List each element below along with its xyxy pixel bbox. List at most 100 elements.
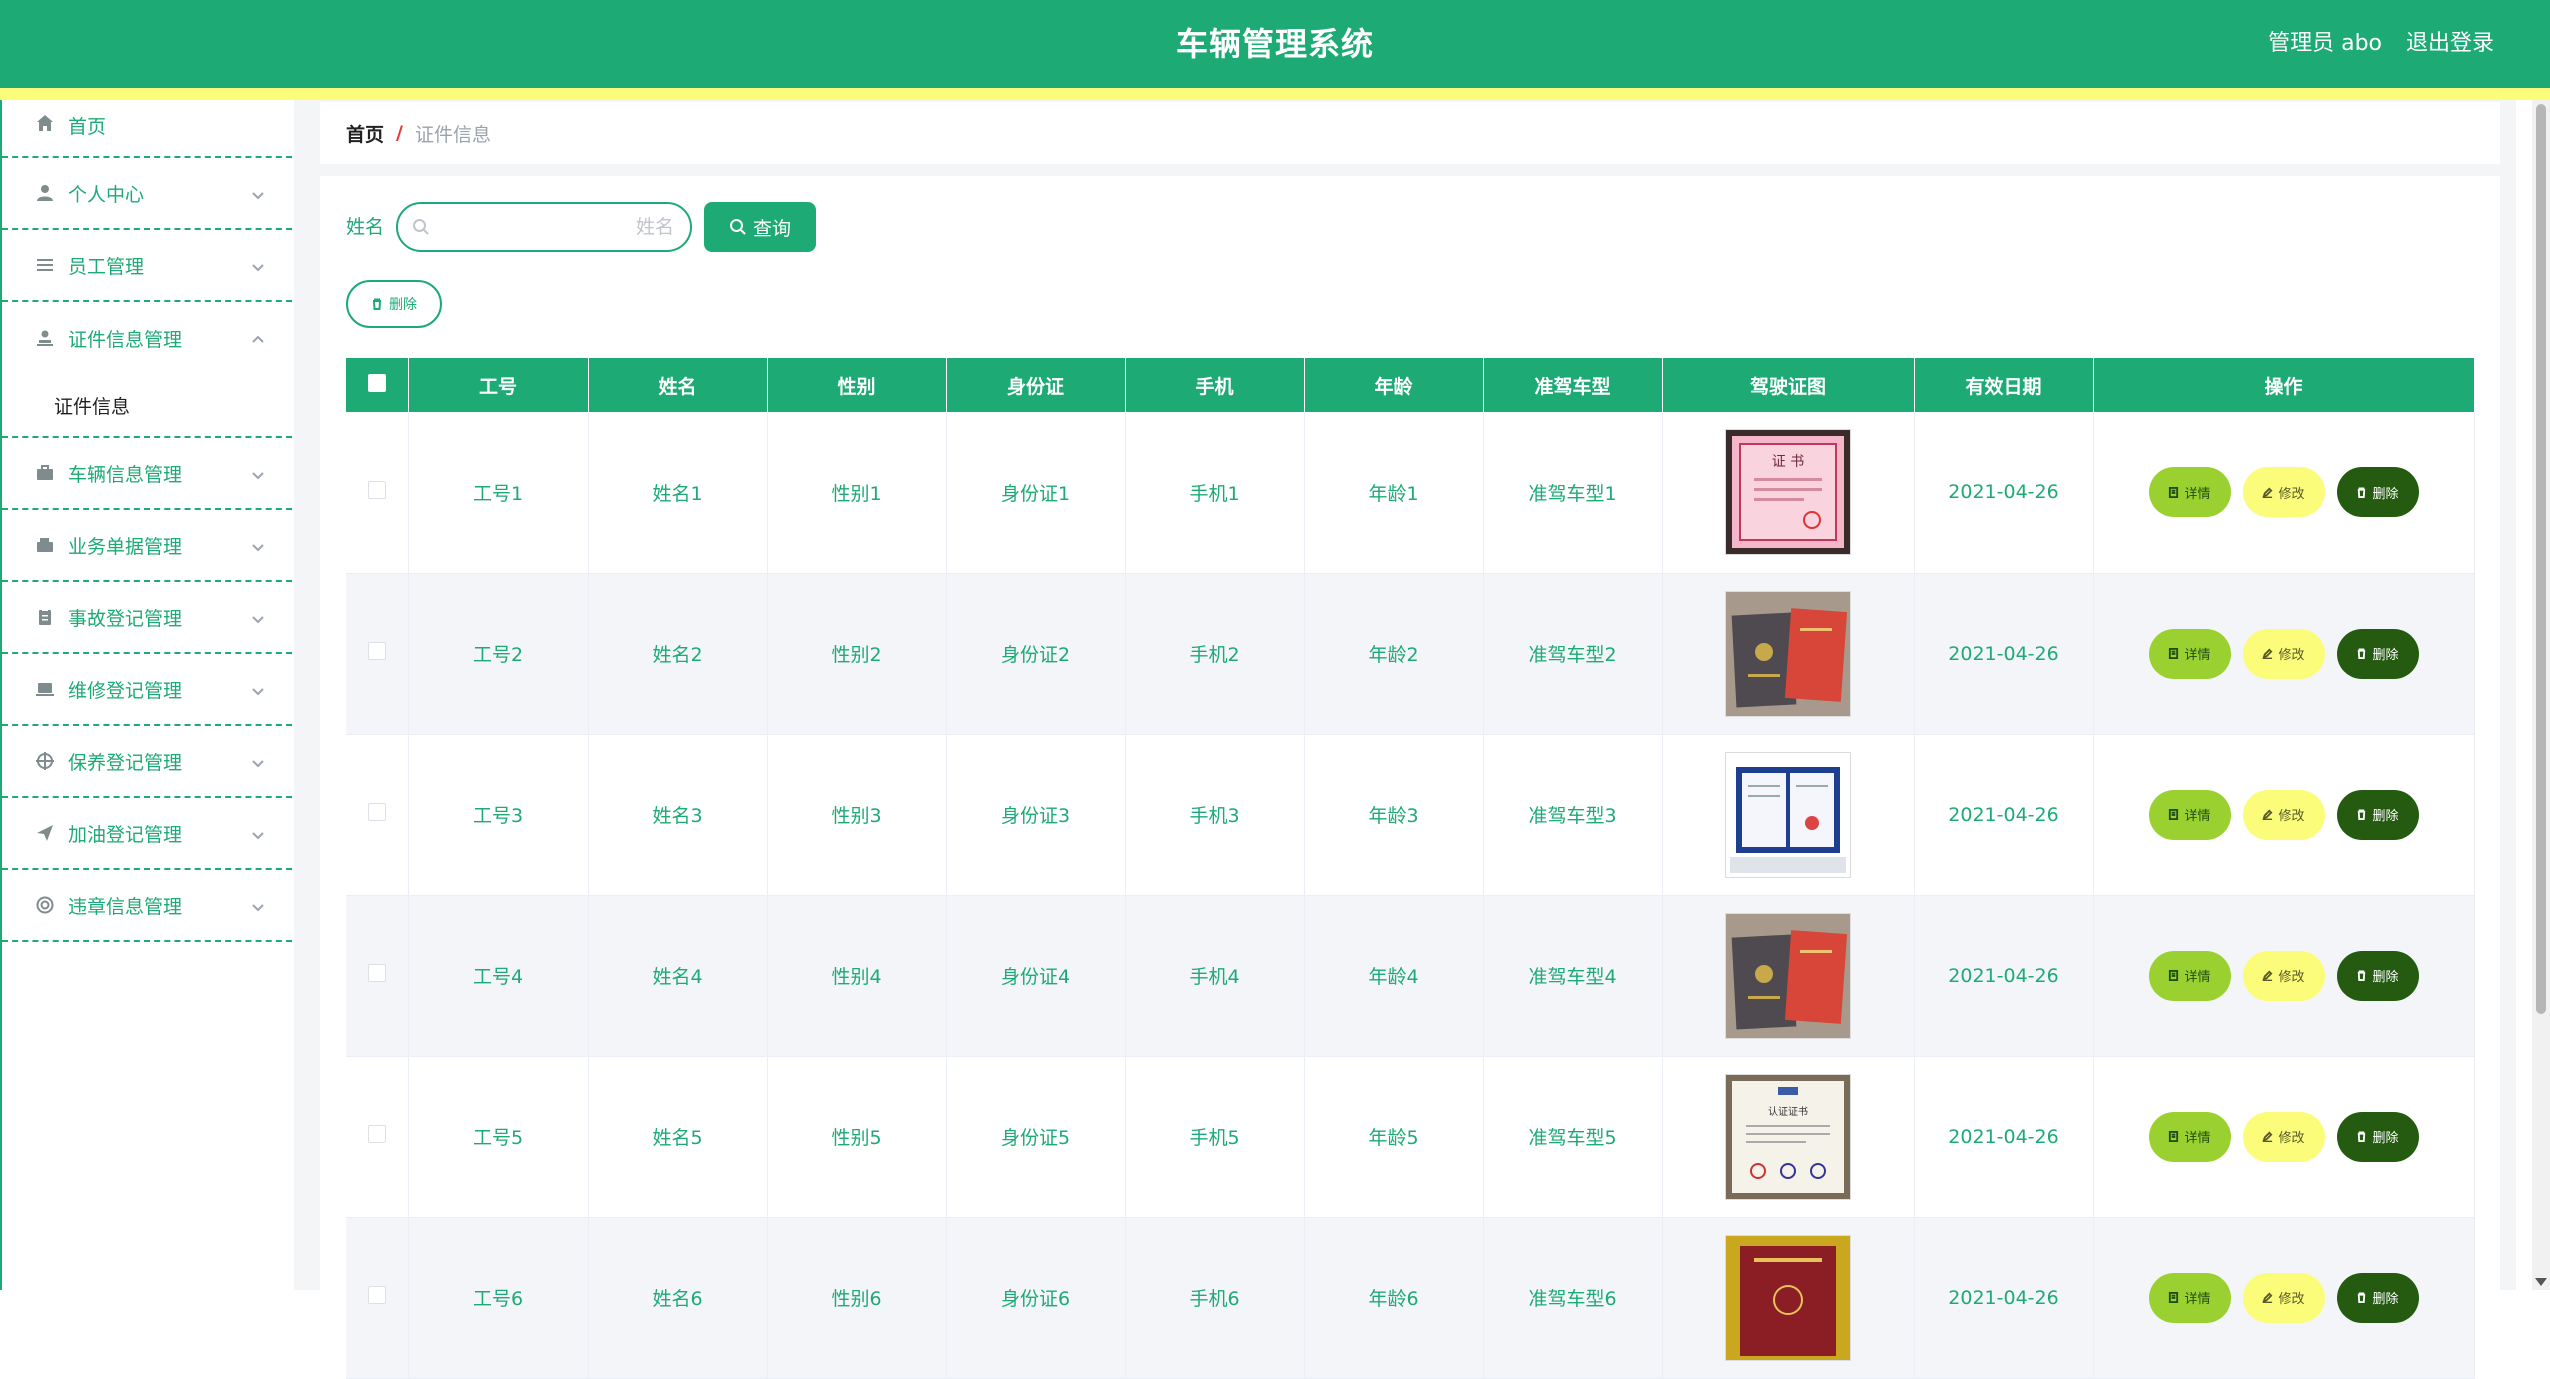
cell-license-image bbox=[1662, 1217, 1915, 1379]
sidebar-item-personal-center[interactable]: 个人中心 bbox=[2, 158, 292, 230]
delete-button[interactable]: 删除 bbox=[2336, 1111, 2419, 1162]
chevron-down-icon bbox=[252, 184, 264, 200]
column-header[interactable]: 姓名 bbox=[588, 358, 768, 412]
cell-gender: 性别6 bbox=[767, 1217, 947, 1379]
sidebar-item-label: 员工管理 bbox=[68, 255, 145, 278]
trash-icon bbox=[2358, 648, 2366, 659]
detail-label: 详情 bbox=[2184, 1131, 2211, 1146]
license-thumbnail[interactable]: 认证证书 bbox=[1725, 1073, 1851, 1200]
cell-gender: 性别1 bbox=[767, 412, 947, 574]
edit-button[interactable]: 修改 bbox=[2242, 467, 2325, 518]
sidebar-item-vehicles[interactable]: 车辆信息管理 bbox=[2, 438, 292, 510]
sidebar-item-accidents[interactable]: 事故登记管理 bbox=[2, 582, 292, 654]
cell-actions: 详情 修改 删除 bbox=[2093, 734, 2475, 896]
edit-button[interactable]: 修改 bbox=[2242, 789, 2325, 840]
row-checkbox[interactable] bbox=[367, 642, 386, 660]
column-header[interactable]: 有效日期 bbox=[1914, 358, 2094, 412]
scroll-down-arrow-icon[interactable] bbox=[2535, 1278, 2547, 1286]
sidebar-item-violations[interactable]: 违章信息管理 bbox=[2, 870, 292, 942]
cell-name: 姓名6 bbox=[588, 1217, 768, 1379]
column-header[interactable]: 驾驶证图 bbox=[1662, 358, 1915, 412]
current-user-label: 管理员 abo bbox=[2268, 31, 2382, 56]
detail-button[interactable]: 详情 bbox=[2148, 1111, 2231, 1162]
sidebar-item-staff[interactable]: 员工管理 bbox=[2, 230, 292, 302]
table-row: 工号1 姓名1 性别1 身份证1 手机1 年龄1 准驾车型1 证 书 2021-04-26 详情 修… bbox=[346, 412, 2475, 574]
edit-button[interactable]: 修改 bbox=[2242, 950, 2325, 1001]
cell-gender: 性别3 bbox=[767, 734, 947, 896]
cell-age: 年龄1 bbox=[1304, 412, 1484, 574]
delete-label: 删除 bbox=[2372, 1292, 2399, 1307]
delete-button[interactable]: 删除 bbox=[2336, 467, 2419, 518]
batch-delete-button[interactable]: 删除 bbox=[346, 280, 442, 328]
detail-button[interactable]: 详情 bbox=[2148, 628, 2231, 679]
sidebar-item-refueling[interactable]: 加油登记管理 bbox=[2, 798, 292, 870]
logout-link[interactable]: 退出登录 bbox=[2406, 0, 2494, 88]
select-all-checkbox[interactable] bbox=[367, 373, 386, 392]
column-header[interactable]: 身份证 bbox=[946, 358, 1126, 412]
sidebar-item-label: 首页 bbox=[68, 116, 107, 138]
cell-employee-id: 工号2 bbox=[408, 573, 589, 735]
sidebar-item-repairs[interactable]: 维修登记管理 bbox=[2, 654, 292, 726]
detail-button[interactable]: 详情 bbox=[2148, 789, 2231, 840]
breadcrumb-home-link[interactable]: 首页 bbox=[346, 120, 384, 147]
cell-actions: 详情 修改 删除 bbox=[2093, 573, 2475, 735]
license-thumbnail[interactable] bbox=[1725, 1234, 1851, 1361]
scrollbar-thumb[interactable] bbox=[2536, 104, 2546, 1014]
sidebar-subitem-certificate-info[interactable]: 证件信息 bbox=[2, 374, 292, 438]
row-checkbox[interactable] bbox=[367, 1286, 386, 1304]
detail-label: 详情 bbox=[2184, 809, 2211, 824]
row-checkbox[interactable] bbox=[367, 803, 386, 821]
detail-button[interactable]: 详情 bbox=[2148, 950, 2231, 1001]
column-header[interactable]: 手机 bbox=[1125, 358, 1305, 412]
edit-button[interactable]: 修改 bbox=[2242, 1111, 2325, 1162]
delete-button[interactable]: 删除 bbox=[2336, 628, 2419, 679]
chevron-down-icon bbox=[252, 896, 264, 912]
license-thumbnail[interactable] bbox=[1725, 912, 1851, 1039]
license-thumbnail[interactable]: 证 书 bbox=[1725, 429, 1851, 556]
sidebar-item-home[interactable]: 首页 bbox=[2, 100, 292, 158]
detail-button[interactable]: 详情 bbox=[2148, 1272, 2231, 1323]
column-header[interactable]: 性别 bbox=[767, 358, 947, 412]
cell-phone: 手机2 bbox=[1125, 573, 1305, 735]
edit-button[interactable]: 修改 bbox=[2242, 1272, 2325, 1323]
chevron-down-icon bbox=[252, 824, 264, 840]
document-icon bbox=[2169, 1131, 2179, 1142]
sidebar-item-business-docs[interactable]: 业务单据管理 bbox=[2, 510, 292, 582]
row-checkbox[interactable] bbox=[367, 480, 386, 499]
sidebar-item-maintenance[interactable]: 保养登记管理 bbox=[2, 726, 292, 798]
column-header[interactable]: 准驾车型 bbox=[1483, 358, 1663, 412]
table-header-row: 工号 姓名 性别 身份证 手机 年龄 准驾车型 驾驶证图 有效日期 操作 bbox=[346, 358, 2475, 412]
edit-icon bbox=[2262, 970, 2273, 981]
column-header[interactable]: 工号 bbox=[408, 358, 589, 412]
cell-actions: 详情 修改 删除 bbox=[2093, 1217, 2475, 1379]
app-title: 车辆管理系统 bbox=[1175, 25, 1374, 63]
cell-phone: 手机6 bbox=[1125, 1217, 1305, 1379]
row-checkbox[interactable] bbox=[367, 964, 386, 982]
cell-license-image bbox=[1662, 573, 1915, 735]
breadcrumb: 首页 / 证件信息 bbox=[320, 102, 2500, 164]
edit-button[interactable]: 修改 bbox=[2242, 628, 2325, 679]
search-name-input[interactable] bbox=[436, 210, 676, 244]
edit-icon bbox=[2262, 1292, 2273, 1303]
license-thumbnail[interactable] bbox=[1725, 751, 1851, 878]
edit-icon bbox=[2262, 648, 2273, 659]
sidebar-item-label: 个人中心 bbox=[68, 183, 145, 206]
sidebar-item-certificates[interactable]: 证件信息管理 bbox=[2, 302, 292, 374]
page-scrollbar[interactable] bbox=[2532, 100, 2550, 1290]
delete-button[interactable]: 删除 bbox=[2336, 950, 2419, 1001]
cell-valid-date: 2021-04-26 bbox=[1914, 1056, 2094, 1218]
list-icon bbox=[34, 254, 56, 276]
column-header[interactable]: 年龄 bbox=[1304, 358, 1484, 412]
delete-button[interactable]: 删除 bbox=[2336, 789, 2419, 840]
cell-gender: 性别5 bbox=[767, 1056, 947, 1218]
table-row: 工号4 姓名4 性别4 身份证4 手机4 年龄4 准驾车型4 2021-04-26 详情 修改 删除 bbox=[346, 895, 2475, 1057]
svg-text:认证证书: 认证证书 bbox=[1768, 1105, 1808, 1118]
detail-button[interactable]: 详情 bbox=[2148, 467, 2231, 518]
search-name-label: 姓名 bbox=[346, 216, 385, 238]
query-button[interactable]: 查询 bbox=[704, 202, 816, 252]
license-thumbnail[interactable] bbox=[1725, 590, 1851, 717]
cell-id-card: 身份证4 bbox=[946, 895, 1126, 1057]
row-checkbox[interactable] bbox=[367, 1125, 386, 1143]
document-icon bbox=[2169, 1292, 2179, 1303]
delete-button[interactable]: 删除 bbox=[2336, 1272, 2419, 1323]
